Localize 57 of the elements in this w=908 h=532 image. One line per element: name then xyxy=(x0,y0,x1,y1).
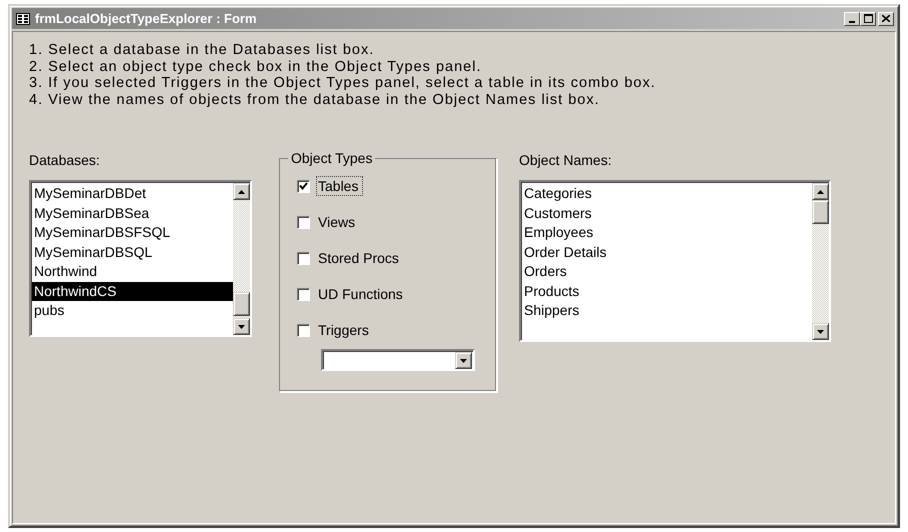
minimize-button[interactable] xyxy=(844,12,860,26)
databases-list-box[interactable]: MySeminarDBDet MySeminarDBSea MySeminarDBSFSQL MySeminarDBSQL Northwind NorthwindCS pubs xyxy=(29,180,252,337)
list-item[interactable]: MySeminarDBDet xyxy=(32,184,233,204)
checkbox-label[interactable]: Stored Procs xyxy=(316,248,404,268)
down-arrow-icon xyxy=(460,358,467,362)
close-button[interactable] xyxy=(878,12,894,26)
list-item[interactable]: Customers xyxy=(522,204,812,223)
object-names-label: Object Names: xyxy=(519,152,613,168)
list-item[interactable]: MySeminarDBSFSQL xyxy=(32,223,233,242)
panel-title: Object Types xyxy=(288,150,376,166)
list-item[interactable]: Order Details xyxy=(522,242,812,262)
checkbox-label[interactable]: Triggers xyxy=(316,320,374,340)
list-item[interactable]: Products xyxy=(522,282,812,301)
scroll-bar[interactable] xyxy=(233,183,250,335)
form-icon xyxy=(16,12,30,24)
checkbox-label[interactable]: Tables xyxy=(316,176,364,196)
scroll-up-button[interactable] xyxy=(233,183,250,200)
checkbox[interactable] xyxy=(297,288,310,300)
check-mark-icon xyxy=(299,182,308,190)
list-item[interactable]: Employees xyxy=(522,223,812,242)
object-names-list-box[interactable]: Categories Customers Employees Order Details Orders Products Shippers xyxy=(519,180,831,342)
list-item[interactable]: MySeminarDBSea xyxy=(32,204,233,223)
list-item[interactable]: MySeminarDBSQL xyxy=(32,242,233,262)
down-arrow-icon xyxy=(238,324,245,328)
close-icon xyxy=(882,15,890,22)
checkbox[interactable] xyxy=(297,324,310,336)
maximize-icon xyxy=(864,14,872,23)
checkbox[interactable] xyxy=(297,252,310,264)
window-title: frmLocalObjectTypeExplorer : Form xyxy=(35,11,258,26)
table-combo-box[interactable] xyxy=(321,349,475,371)
up-arrow-icon xyxy=(238,190,245,194)
checkbox-label[interactable]: Views xyxy=(316,212,360,232)
instruction-text: 2. Select an object type check box in the Object Types panel. xyxy=(29,58,482,75)
list-item[interactable]: Categories xyxy=(522,184,812,204)
checkbox[interactable] xyxy=(297,216,310,228)
up-arrow-icon xyxy=(817,190,824,194)
list-item[interactable]: Orders xyxy=(522,262,812,282)
maximize-button[interactable] xyxy=(860,12,876,26)
list-item[interactable]: pubs xyxy=(32,301,233,320)
instruction-text: 4. View the names of objects from the database in the Object Names list box. xyxy=(29,92,601,108)
list-item[interactable]: Northwind xyxy=(32,262,233,282)
checkbox-label[interactable]: UD Functions xyxy=(316,284,408,304)
scroll-down-button[interactable] xyxy=(812,323,829,340)
list-item[interactable]: Shippers xyxy=(522,301,812,320)
scroll-thumb[interactable] xyxy=(812,200,829,224)
list-item[interactable]: NorthwindCS xyxy=(32,282,233,301)
databases-label: Databases: xyxy=(29,152,101,168)
scroll-up-button[interactable] xyxy=(812,183,829,200)
instruction-text: 1. Select a database in the Databases list box. xyxy=(29,42,376,58)
dropdown-button[interactable] xyxy=(455,352,472,369)
checkbox[interactable] xyxy=(297,180,310,192)
scroll-down-button[interactable] xyxy=(233,318,250,335)
minimize-icon xyxy=(849,20,855,22)
scroll-bar[interactable] xyxy=(812,183,829,340)
scroll-thumb[interactable] xyxy=(233,292,250,316)
instruction-text: 3. If you selected Triggers in the Object Types panel, select a table in its combo box. xyxy=(29,75,657,92)
down-arrow-icon xyxy=(817,330,824,334)
